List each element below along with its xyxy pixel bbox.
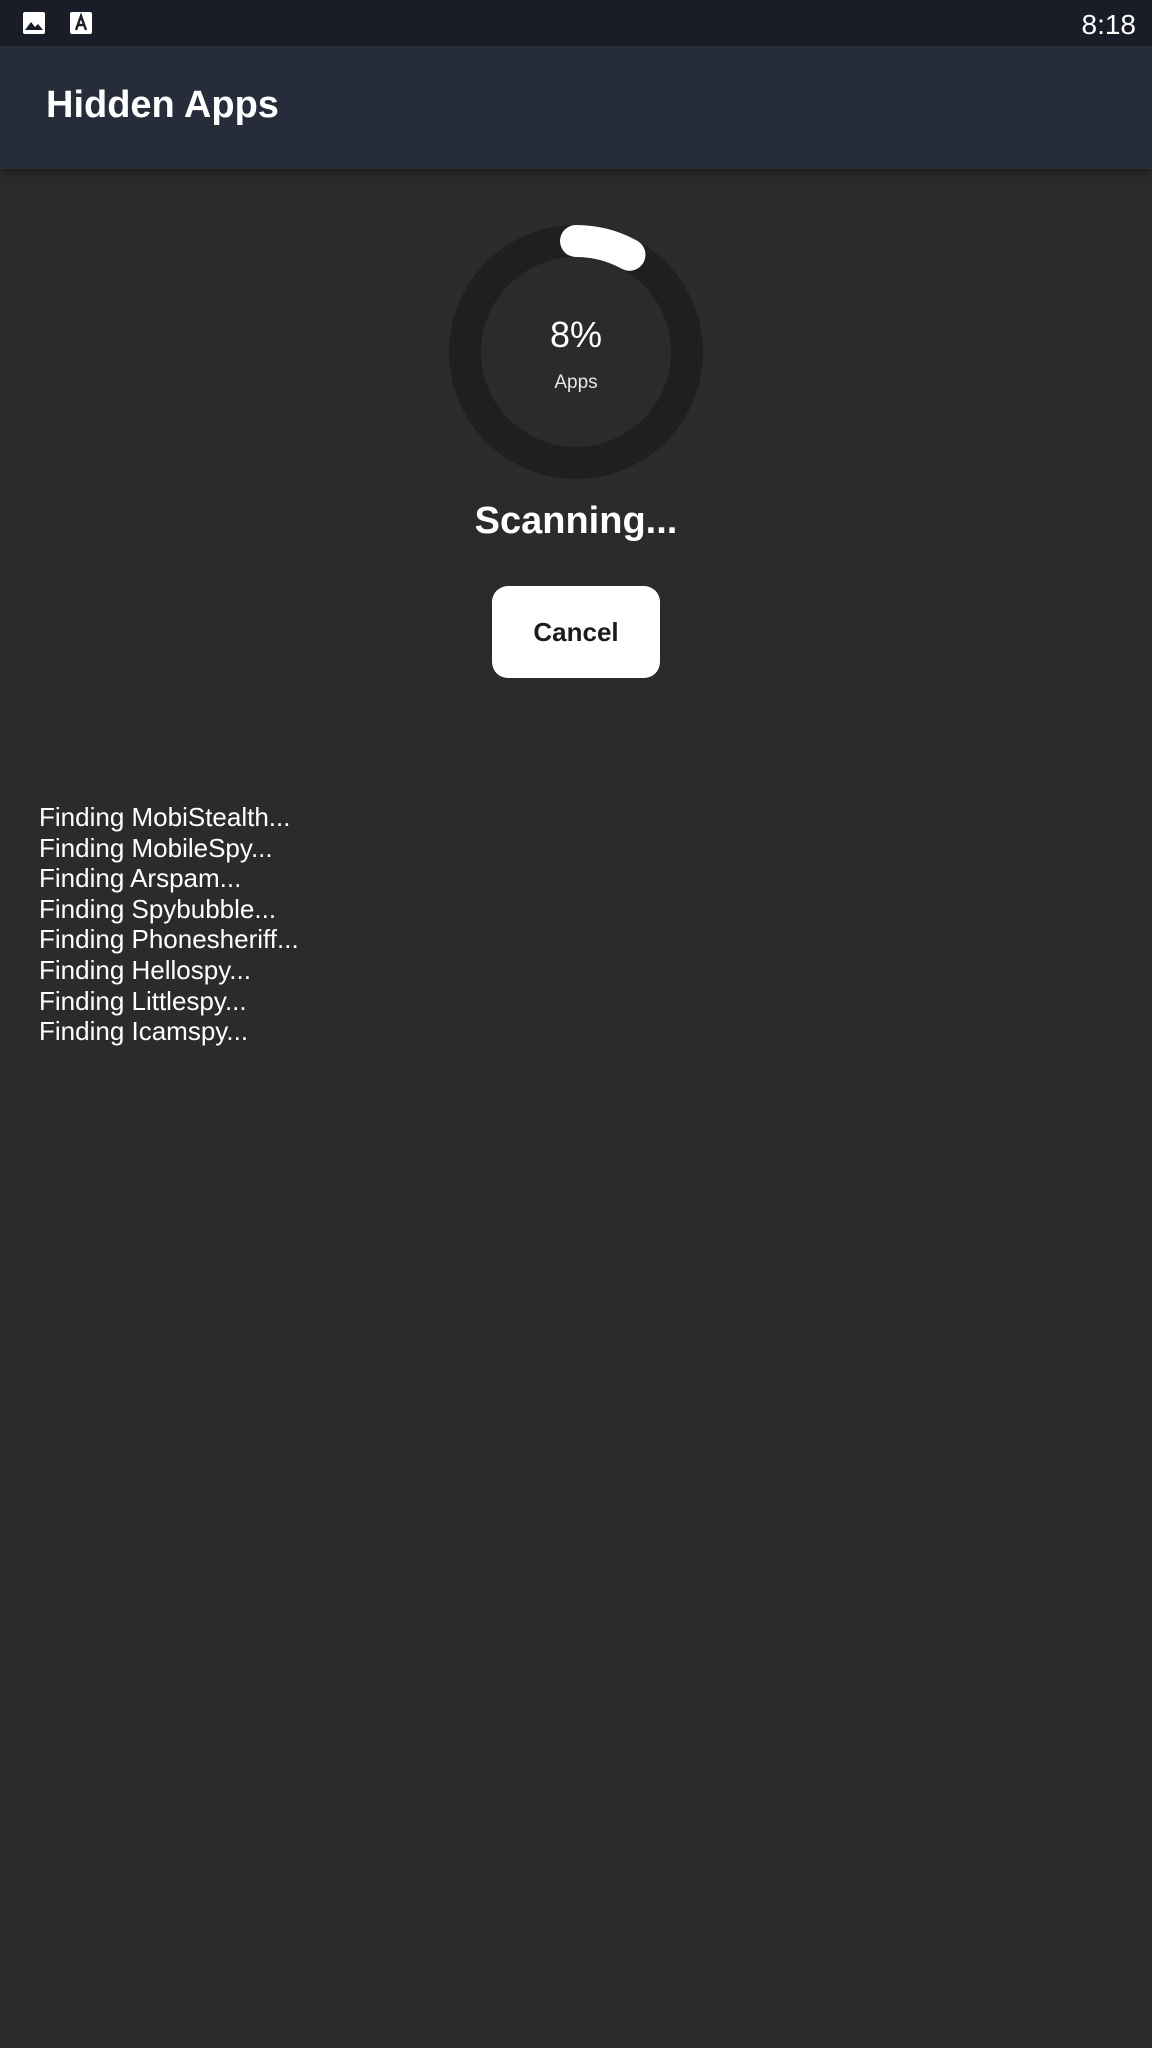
app-bar: Hidden Apps [0, 46, 1152, 169]
status-time: 8:18 [1081, 9, 1137, 40]
page-title: Hidden Apps [46, 84, 279, 126]
scan-log-item: Finding MobiStealth... [39, 802, 291, 832]
scan-log-item: Finding Hellospy... [39, 954, 251, 985]
status-bar: 8:18 [0, 0, 1152, 46]
scan-log-item: Finding Spybubble... [39, 893, 277, 924]
gallery-icon [22, 11, 46, 35]
scan-status-text: Scanning... [474, 500, 678, 542]
scan-progress-ring: 8% Apps [446, 222, 706, 482]
scan-log-item: Finding Phonesheriff... [39, 924, 299, 955]
scan-log-item: Finding Icamspy... [39, 1016, 249, 1047]
cancel-button[interactable]: Cancel [492, 586, 660, 678]
scan-log-item: Finding Arspam... [39, 863, 242, 894]
scan-log-list: Finding MobiStealth... Finding MobileSpy.… [39, 802, 299, 1047]
progress-percent: 8% [549, 314, 603, 355]
scan-log-item: Finding Littlespy... [39, 985, 247, 1016]
font-a-icon [69, 11, 93, 35]
progress-label: Apps [554, 372, 598, 393]
scan-log-item: Finding MobileSpy... [39, 832, 273, 863]
